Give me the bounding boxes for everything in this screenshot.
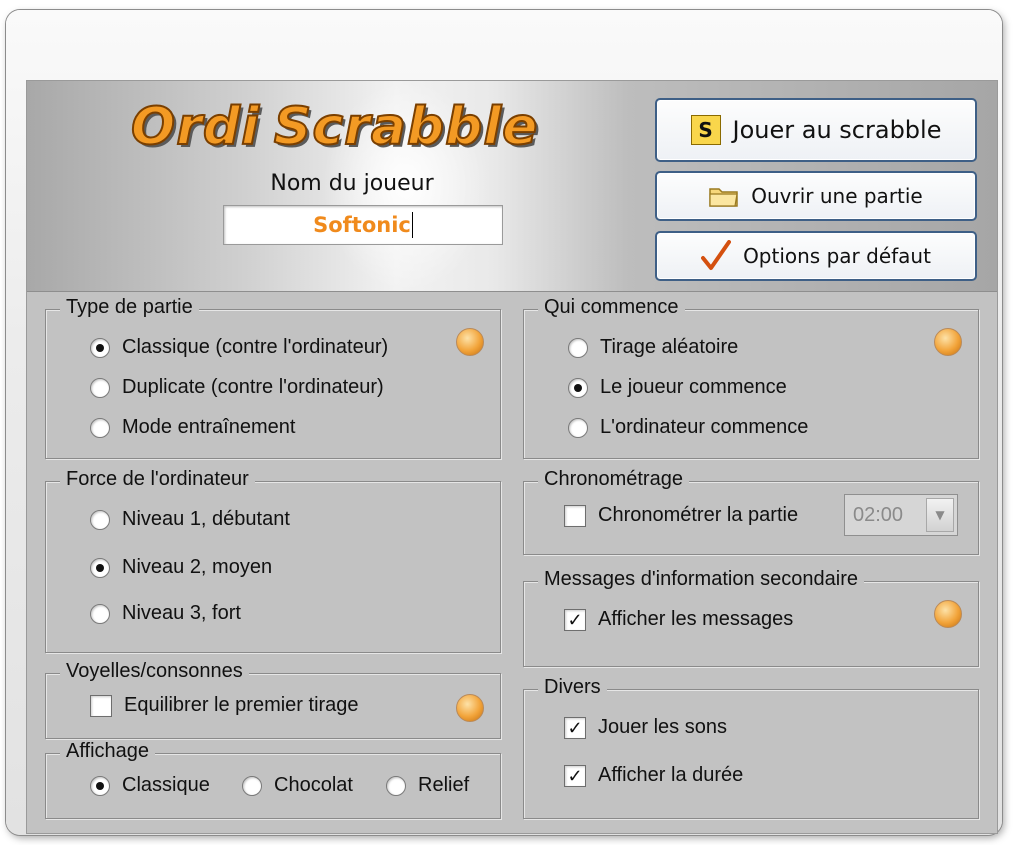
open-game-button[interactable]: Ouvrir une partie — [655, 171, 977, 221]
checkbox-label: Afficher la durée — [598, 764, 744, 786]
strength-option-level1[interactable]: Niveau 1, débutant — [90, 508, 290, 531]
text-caret — [411, 212, 413, 238]
option-label: Niveau 2, moyen — [122, 556, 273, 578]
game-type-option-duplicate[interactable]: Duplicate (contre l'ordinateur) — [90, 376, 384, 399]
checkbox-label: Equilibrer le premier tirage — [124, 694, 359, 716]
display-option-relief[interactable]: Relief — [386, 774, 469, 797]
timing-group: Chronométrage Chronométrer la partie 02:… — [523, 468, 979, 555]
checkbox-label: Chronométrer la partie — [598, 504, 799, 526]
option-label: Classique (contre l'ordinateur) — [122, 336, 389, 358]
game-type-group: Type de partie Classique (contre l'ordin… — [45, 296, 501, 459]
who-starts-option-random[interactable]: Tirage aléatoire — [568, 336, 738, 359]
option-label: Niveau 3, fort — [122, 602, 241, 624]
display-option-chocolate[interactable]: Chocolat — [242, 774, 353, 797]
option-label: Chocolat — [274, 774, 353, 796]
logo-word-ordi: Ordi — [130, 96, 260, 158]
time-limit-value: 02:00 — [853, 503, 904, 526]
timing-legend: Chronométrage — [538, 468, 689, 491]
who-starts-option-computer[interactable]: L'ordinateur commence — [568, 416, 808, 439]
display-option-classic[interactable]: Classique — [90, 774, 210, 797]
player-name-value: Softonic — [313, 213, 411, 237]
radio-button[interactable] — [90, 557, 110, 578]
display-group: Affichage Classique Chocolat Relief — [45, 740, 501, 819]
option-label: Tirage aléatoire — [600, 336, 739, 358]
checkbox[interactable] — [90, 694, 112, 717]
messages-checkbox-row[interactable]: ✓ Afficher les messages — [564, 608, 793, 631]
who-starts-legend: Qui commence — [538, 296, 685, 319]
radio-button[interactable] — [568, 337, 588, 358]
default-options-button[interactable]: Options par défaut — [655, 231, 977, 281]
app-logo: Ordi Scrabble — [130, 87, 539, 158]
checkbox-label: Jouer les sons — [598, 716, 727, 738]
checkbox[interactable]: ✓ — [564, 716, 586, 739]
timing-checkbox-row[interactable]: Chronométrer la partie — [564, 504, 798, 527]
scrabble-tile-icon: S — [690, 115, 721, 145]
main-panel: Ordi Scrabble Nom du joueur Softonic S J… — [26, 80, 998, 834]
game-type-legend: Type de partie — [60, 296, 199, 319]
time-limit-select[interactable]: 02:00 ▼ — [844, 494, 958, 536]
radio-button[interactable] — [90, 775, 110, 796]
help-dot-icon[interactable] — [934, 600, 962, 628]
checkbox[interactable]: ✓ — [564, 764, 586, 787]
chevron-down-icon[interactable]: ▼ — [926, 498, 954, 532]
option-label: L'ordinateur commence — [600, 416, 809, 438]
open-game-label: Ouvrir une partie — [751, 184, 923, 208]
who-starts-option-player[interactable]: Le joueur commence — [568, 376, 787, 399]
checkmark-icon — [701, 240, 732, 270]
radio-button[interactable] — [242, 775, 262, 796]
strength-option-level3[interactable]: Niveau 3, fort — [90, 602, 241, 625]
player-name-input[interactable]: Softonic — [223, 205, 503, 245]
help-dot-icon[interactable] — [456, 694, 484, 722]
misc-option-duration[interactable]: ✓ Afficher la durée — [564, 764, 743, 787]
folder-icon — [709, 188, 738, 207]
app-window: Ordi Scrabble Nom du joueur Softonic S J… — [6, 10, 1002, 835]
radio-button[interactable] — [568, 417, 588, 438]
default-options-label: Options par défaut — [743, 244, 931, 268]
option-label: Le joueur commence — [600, 376, 787, 398]
messages-group: Messages d'information secondaire ✓ Affi… — [523, 568, 979, 667]
option-label: Relief — [418, 774, 470, 796]
help-dot-icon[interactable] — [934, 328, 962, 356]
strength-legend: Force de l'ordinateur — [60, 468, 255, 491]
vowels-group: Voyelles/consonnes Equilibrer le premier… — [45, 660, 501, 739]
strength-group: Force de l'ordinateur Niveau 1, débutant… — [45, 468, 501, 653]
option-label: Classique — [122, 774, 210, 796]
misc-group: Divers ✓ Jouer les sons ✓ Afficher la du… — [523, 676, 979, 819]
checkbox[interactable] — [564, 504, 586, 527]
radio-button[interactable] — [90, 509, 110, 530]
radio-button[interactable] — [90, 337, 110, 358]
vowels-checkbox-row[interactable]: Equilibrer le premier tirage — [90, 694, 359, 717]
checkbox-label: Afficher les messages — [598, 608, 794, 630]
logo-word-scrabble: Scrabble — [273, 96, 539, 158]
vowels-legend: Voyelles/consonnes — [60, 660, 249, 683]
radio-button[interactable] — [90, 377, 110, 398]
misc-option-sounds[interactable]: ✓ Jouer les sons — [564, 716, 727, 739]
play-scrabble-button[interactable]: S Jouer au scrabble — [655, 98, 977, 162]
player-name-label: Nom du joueur — [270, 171, 434, 196]
help-dot-icon[interactable] — [456, 328, 484, 356]
option-label: Mode entraînement — [122, 416, 296, 438]
display-legend: Affichage — [60, 740, 156, 763]
game-type-option-classic[interactable]: Classique (contre l'ordinateur) — [90, 336, 388, 359]
radio-button[interactable] — [568, 377, 588, 398]
option-label: Niveau 1, débutant — [122, 508, 290, 530]
radio-button[interactable] — [90, 417, 110, 438]
strength-option-level2[interactable]: Niveau 2, moyen — [90, 556, 272, 579]
game-type-option-training[interactable]: Mode entraînement — [90, 416, 295, 439]
messages-legend: Messages d'information secondaire — [538, 568, 864, 591]
play-scrabble-label: Jouer au scrabble — [732, 116, 942, 144]
misc-legend: Divers — [538, 676, 607, 699]
who-starts-group: Qui commence Tirage aléatoire Le joueur … — [523, 296, 979, 459]
radio-button[interactable] — [90, 603, 110, 624]
radio-button[interactable] — [386, 775, 406, 796]
header-banner: Ordi Scrabble Nom du joueur Softonic S J… — [27, 81, 997, 292]
option-label: Duplicate (contre l'ordinateur) — [122, 376, 384, 398]
checkbox[interactable]: ✓ — [564, 608, 586, 631]
